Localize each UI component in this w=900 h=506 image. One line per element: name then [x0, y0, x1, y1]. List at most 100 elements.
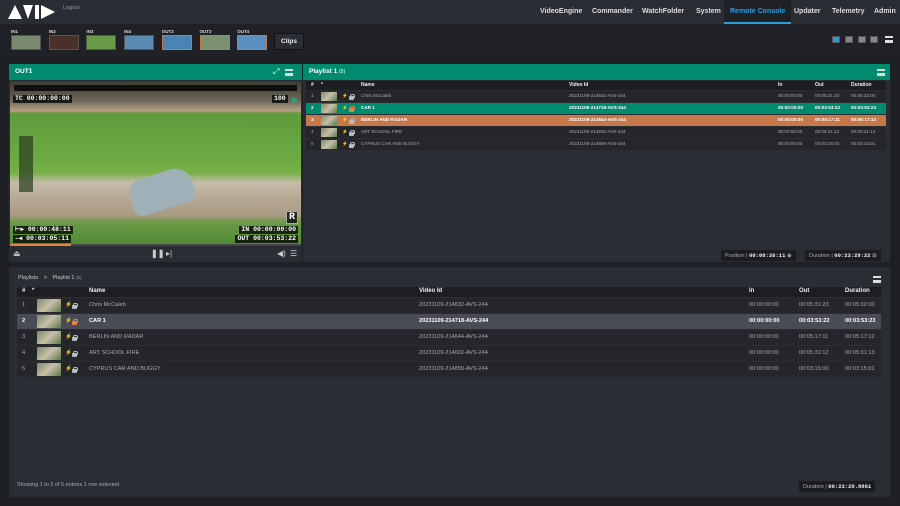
- lock-icon[interactable]: [349, 93, 355, 100]
- library-table: # * Name Video Id In Out Duration 1 ⚡ Chris McCal…: [17, 287, 881, 379]
- column-header-name[interactable]: Name: [89, 288, 105, 294]
- table-row[interactable]: 1 ⚡ Chris McCaleb 20231109-214832-AVS-244 00…: [17, 298, 881, 313]
- cell-name: ART SCHOOL FIRE: [89, 349, 140, 356]
- cell-name: CAR 1: [89, 317, 106, 324]
- table-row[interactable]: 5 ⚡ CYPRUS CAR AND BUGGY 20231109-214859-AV…: [17, 362, 881, 377]
- column-header-in[interactable]: In: [749, 288, 754, 294]
- skip-next-icon[interactable]: ▸|: [166, 249, 172, 258]
- source-out4[interactable]: OUT4: [237, 29, 268, 50]
- column-header-name[interactable]: Name: [361, 82, 375, 88]
- avid-logo: [8, 5, 55, 19]
- nav-system[interactable]: System: [690, 0, 727, 24]
- lock-icon[interactable]: [349, 129, 355, 136]
- nav-admin[interactable]: Admin: [868, 0, 900, 24]
- clip-thumbnail: [321, 116, 337, 125]
- column-header-[interactable]: #: [22, 288, 25, 294]
- table-row[interactable]: 4 ⚡ ART SCHOOL FIRE 20231109-214602-AVS-244…: [306, 127, 886, 138]
- player-menu-icon[interactable]: [285, 69, 293, 76]
- position-label: Position: [725, 253, 745, 259]
- source-in2[interactable]: IN2: [48, 29, 79, 50]
- library-panel: Playlists > Playlist 1 (5) # * Name Video I…: [9, 267, 890, 497]
- clips-button[interactable]: Clips: [274, 33, 304, 50]
- source-out3[interactable]: OUT3: [199, 29, 230, 50]
- table-row[interactable]: 2 ⚡ CAR 1 20231109-214718-AVS-244 00:00:00:0…: [306, 103, 886, 114]
- column-header-out[interactable]: Out: [815, 82, 824, 88]
- playlist-panel: Playlist 1 (5) # * Name Video Id In Out Durati…: [303, 64, 890, 262]
- column-header-in[interactable]: In: [778, 82, 782, 88]
- table-row[interactable]: 5 ⚡ CYPRUS CAR AND BUGGY 20231109-214859-AV…: [306, 139, 886, 150]
- clip-thumbnail: [321, 104, 337, 113]
- row-number: 2: [311, 105, 314, 111]
- bolt-icon[interactable]: ⚡: [342, 93, 348, 99]
- nav-telemetry[interactable]: Telemetry: [826, 0, 871, 24]
- bolt-icon[interactable]: ⚡: [342, 117, 348, 123]
- source-in4[interactable]: IN4: [124, 29, 155, 50]
- column-header-duration[interactable]: Duration: [845, 288, 870, 294]
- source-out2[interactable]: OUT2: [161, 29, 192, 50]
- eject-icon[interactable]: ⏏: [13, 249, 21, 258]
- library-menu-icon[interactable]: [873, 276, 881, 283]
- layout-side-icon[interactable]: [870, 36, 878, 43]
- bolt-icon[interactable]: ⚡: [342, 141, 348, 147]
- cell-name: Chris McCaleb: [89, 301, 126, 308]
- column-header-out[interactable]: Out: [799, 288, 809, 294]
- lock-icon[interactable]: [349, 105, 355, 112]
- bolt-icon[interactable]: ⚡: [342, 105, 348, 111]
- column-header-videoid[interactable]: Video Id: [419, 288, 442, 294]
- cell-in: 00:00:00:00: [778, 141, 803, 147]
- playlist-menu-icon[interactable]: [877, 69, 885, 76]
- cell-dur: 00:05:31:13: [851, 129, 876, 135]
- cell-name: ART SCHOOL FIRE: [361, 129, 403, 135]
- lock-icon[interactable]: [349, 141, 355, 148]
- clip-thumbnail: [321, 140, 337, 149]
- lock-icon[interactable]: [72, 366, 78, 373]
- source-in1[interactable]: IN1: [11, 29, 41, 50]
- table-row[interactable]: 3 ⚡ BERLIN AND RADAR 20231109-214644-AVS-24…: [306, 115, 886, 126]
- layout-split-icon[interactable]: [845, 36, 853, 43]
- lock-icon[interactable]: [72, 350, 78, 357]
- cell-vid: 20231109-214832-AVS-244: [569, 93, 626, 99]
- column-header-videoid[interactable]: Video Id: [569, 82, 588, 88]
- progress-bar[interactable]: [10, 244, 301, 246]
- table-row[interactable]: 1 ⚡ Chris McCaleb 20231109-214832-AVS-244 00…: [306, 91, 886, 102]
- lock-icon[interactable]: [72, 318, 78, 325]
- cell-vid: 20231109-214644-AVS-244: [419, 333, 488, 340]
- nav-videoengine[interactable]: VideoEngine: [534, 0, 588, 24]
- breadcrumb-current[interactable]: Playlist 1: [52, 275, 74, 281]
- column-header-[interactable]: *: [321, 82, 323, 88]
- layout-monitor-icon[interactable]: [858, 36, 866, 43]
- column-header-[interactable]: #: [311, 82, 314, 88]
- lock-icon[interactable]: [72, 334, 78, 341]
- cell-name: CYPRUS CAR AND BUGGY: [361, 141, 420, 147]
- cell-vid: 20231109-214602-AVS-244: [569, 129, 626, 135]
- column-header-[interactable]: *: [32, 288, 34, 294]
- nav-updater[interactable]: Updater: [788, 0, 826, 24]
- bolt-icon[interactable]: ⚡: [65, 366, 72, 372]
- volume-icon[interactable]: ◀): [277, 249, 286, 258]
- breadcrumb-playlists[interactable]: Playlists: [18, 275, 38, 281]
- logout-link[interactable]: Logout: [63, 5, 80, 11]
- bolt-icon[interactable]: ⚡: [65, 318, 72, 324]
- table-row[interactable]: 3 ⚡ BERLIN AND RADAR 20231109-214644-AVS-24…: [17, 330, 881, 345]
- main-menu-icon[interactable]: [885, 36, 893, 43]
- cell-in: 00:00:00:00: [749, 301, 779, 308]
- expand-icon[interactable]: ⤢: [273, 67, 279, 77]
- bolt-icon[interactable]: ⚡: [342, 129, 348, 135]
- pause-icon[interactable]: ❚❚: [151, 249, 164, 258]
- lock-icon[interactable]: [349, 117, 355, 124]
- lock-icon[interactable]: [72, 302, 78, 309]
- bolt-icon[interactable]: ⚡: [65, 334, 72, 340]
- column-header-duration[interactable]: Duration: [851, 82, 872, 88]
- progress-fill: [10, 244, 72, 246]
- playlist-view-icon[interactable]: ☰: [290, 249, 297, 258]
- table-row[interactable]: 4 ⚡ ART SCHOOL FIRE 20231109-214602-AVS-244…: [17, 346, 881, 361]
- layout-single-icon[interactable]: [832, 36, 840, 43]
- table-row[interactable]: 2 ⚡ CAR 1 20231109-214718-AVS-244 00:00:00:0…: [17, 314, 881, 329]
- nav-commander[interactable]: Commander: [586, 0, 639, 24]
- nav-remote-console[interactable]: Remote Console: [724, 0, 792, 24]
- bolt-icon[interactable]: ⚡: [65, 350, 72, 356]
- bolt-icon[interactable]: ⚡: [65, 302, 72, 308]
- source-in3[interactable]: IN3: [86, 29, 117, 50]
- source-label: IN4: [124, 29, 132, 34]
- nav-watchfolder[interactable]: WatchFolder: [636, 0, 690, 24]
